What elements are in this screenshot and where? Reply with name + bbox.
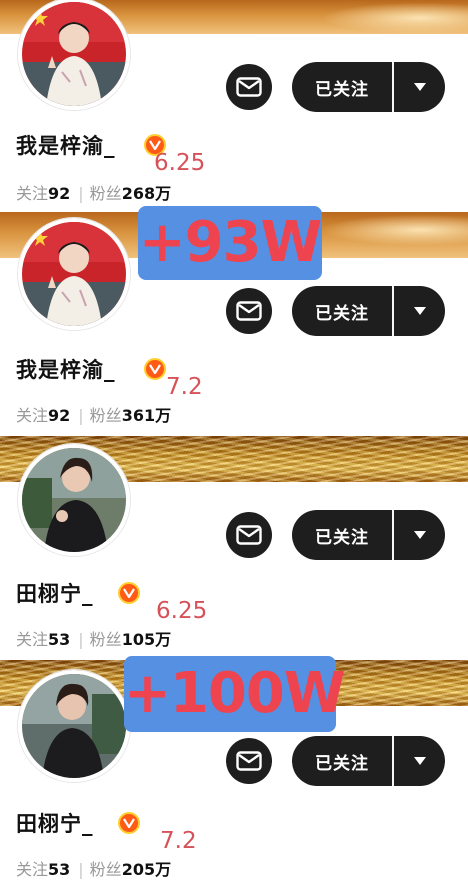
following-label: 关注: [16, 630, 49, 649]
following-button[interactable]: 已关注: [292, 736, 445, 786]
caret-down-icon: [413, 307, 426, 315]
profile-name: 田栩宁_: [16, 582, 94, 606]
stats-separator: |: [78, 184, 84, 203]
profile-name: 我是梓渝_: [16, 134, 116, 158]
date-annotation: 7.2: [160, 828, 197, 854]
fans-label: 粉丝: [89, 630, 122, 649]
stats-separator: |: [78, 860, 84, 879]
verified-v-icon: [118, 582, 140, 604]
following-button-label: 已关注: [315, 527, 369, 548]
caret-down-icon: [413, 83, 426, 91]
following-button[interactable]: 已关注: [292, 286, 445, 336]
envelope-icon: [236, 301, 262, 321]
date-annotation: 6.25: [154, 150, 206, 176]
message-button[interactable]: [226, 288, 272, 334]
fans-label: 粉丝: [89, 184, 122, 203]
following-label: 关注: [16, 860, 49, 879]
envelope-icon: [236, 525, 262, 545]
fans-count[interactable]: 105万: [122, 630, 171, 649]
following-count[interactable]: 53: [48, 630, 70, 649]
following-label: 关注: [16, 406, 49, 425]
envelope-icon: [236, 751, 262, 771]
following-button[interactable]: 已关注: [292, 62, 445, 112]
profile-stats: 关注92 | 粉丝268万: [16, 180, 171, 204]
avatar[interactable]: [18, 670, 130, 782]
caret-down-icon: [413, 757, 426, 765]
growth-overlay-label: +100W: [124, 656, 346, 732]
message-button[interactable]: [226, 64, 272, 110]
profile-name: 田栩宁_: [16, 812, 94, 836]
fans-count[interactable]: 205万: [122, 860, 171, 879]
caret-down-icon: [413, 531, 426, 539]
date-annotation: 7.2: [166, 374, 203, 400]
profile-stats: 关注92 | 粉丝361万: [16, 402, 171, 426]
fans-count[interactable]: 268万: [122, 184, 171, 203]
follow-dropdown-button[interactable]: [394, 307, 445, 315]
following-button-label: 已关注: [315, 303, 369, 324]
message-button[interactable]: [226, 512, 272, 558]
following-count[interactable]: 92: [48, 184, 70, 203]
fans-label: 粉丝: [89, 860, 122, 879]
profile-stats: 关注53 | 粉丝105万: [16, 626, 171, 650]
date-annotation: 6.25: [156, 598, 208, 624]
avatar[interactable]: [18, 218, 130, 330]
following-button[interactable]: 已关注: [292, 510, 445, 560]
fans-count[interactable]: 361万: [122, 406, 171, 425]
profile-name: 我是梓渝_: [16, 358, 116, 382]
stats-separator: |: [78, 630, 84, 649]
profile-card: 已关注 田栩宁_ 6.25 关注53 | 粉丝105万: [0, 436, 468, 660]
avatar[interactable]: [18, 0, 130, 110]
follow-dropdown-button[interactable]: [394, 757, 445, 765]
verified-v-icon: [118, 812, 140, 834]
profile-card: 已关注 我是梓渝_ 6.25 关注92 | 粉丝268万: [0, 0, 468, 212]
avatar[interactable]: [18, 444, 130, 556]
following-button-label: 已关注: [315, 753, 369, 774]
following-label: 关注: [16, 184, 49, 203]
following-count[interactable]: 53: [48, 860, 70, 879]
fans-label: 粉丝: [89, 406, 122, 425]
growth-overlay-label: +93W: [138, 206, 322, 280]
following-button-label: 已关注: [315, 79, 369, 100]
envelope-icon: [236, 77, 262, 97]
message-button[interactable]: [226, 738, 272, 784]
follow-dropdown-button[interactable]: [394, 531, 445, 539]
follow-dropdown-button[interactable]: [394, 83, 445, 91]
verified-v-icon: [144, 358, 166, 380]
profile-stats: 关注53 | 粉丝205万: [16, 856, 171, 880]
following-count[interactable]: 92: [48, 406, 70, 425]
stats-separator: |: [78, 406, 84, 425]
